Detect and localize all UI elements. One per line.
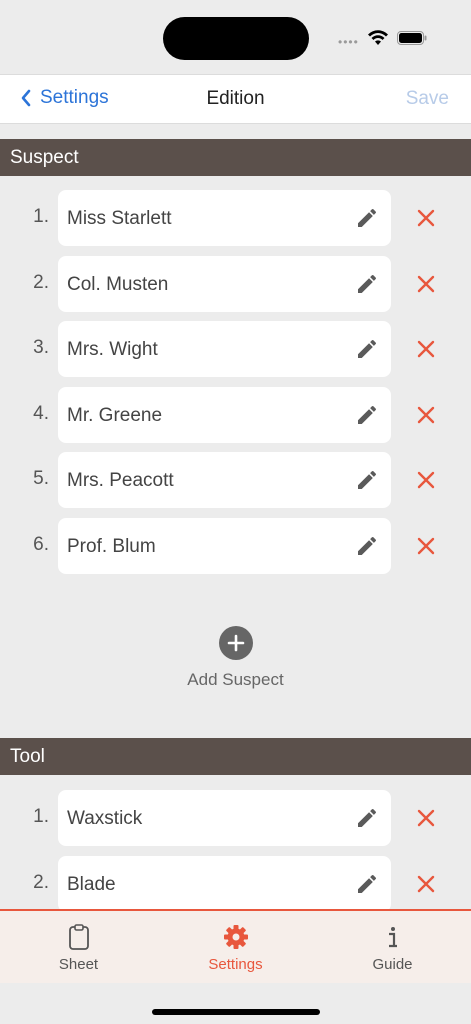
row-number: 1. <box>33 206 49 227</box>
wifi-icon <box>368 30 388 45</box>
pencil-icon[interactable] <box>355 534 379 558</box>
suspect-name: Col. Musten <box>67 273 169 295</box>
tab-sheet[interactable]: Sheet <box>0 911 157 983</box>
home-indicator-area <box>0 983 471 1024</box>
row-number: 2. <box>33 271 49 293</box>
row-number: 3. <box>33 337 49 359</box>
tool-name: Waxstick <box>67 808 143 829</box>
tool-name-field[interactable]: Waxstick <box>58 790 391 846</box>
row-number: 5. <box>33 468 49 490</box>
tab-bar: Sheet Settings Guide <box>0 909 471 983</box>
plus-icon <box>227 634 245 652</box>
suspect-name-field[interactable]: Mr. Greene <box>58 386 391 443</box>
suspect-name: Mrs. Peacott <box>67 470 174 492</box>
row-number: 2. <box>33 871 49 893</box>
suspect-name-field[interactable]: Prof. Blum <box>58 518 391 574</box>
add-suspect-button[interactable] <box>219 626 253 660</box>
delete-icon[interactable] <box>416 470 436 490</box>
chevron-left-icon <box>21 89 31 107</box>
navigation-bar: Settings Edition Save <box>0 74 471 124</box>
add-suspect-label: Add Suspect <box>187 670 284 689</box>
tool-name: Blade <box>67 873 116 895</box>
delete-icon[interactable] <box>416 536 436 556</box>
pencil-icon[interactable] <box>355 272 379 296</box>
row-number: 6. <box>33 534 49 555</box>
delete-icon[interactable] <box>416 208 436 228</box>
save-button[interactable]: Save <box>406 88 449 110</box>
add-suspect-area: Add Suspect <box>0 626 471 696</box>
suspect-name-field[interactable]: Col. Musten <box>58 255 391 312</box>
back-label: Settings <box>40 87 109 108</box>
pencil-icon[interactable] <box>355 337 379 361</box>
row-number: 1. <box>33 806 49 827</box>
section-header-tool: Tool <box>0 738 471 775</box>
tool-row: 1. Waxstick <box>0 790 471 846</box>
suspect-name-field[interactable]: Miss Starlett <box>58 190 391 246</box>
pencil-icon[interactable] <box>355 806 379 830</box>
delete-icon[interactable] <box>416 405 436 425</box>
suspect-row: 1. Miss Starlett <box>0 190 471 246</box>
suspect-name-field[interactable]: Mrs. Wight <box>58 321 391 378</box>
tab-sheet-label: Sheet <box>58 956 99 973</box>
dynamic-island <box>163 17 309 60</box>
suspect-row: 3. Mrs. Wight <box>0 321 471 378</box>
delete-icon[interactable] <box>416 274 436 294</box>
home-indicator <box>152 1009 320 1015</box>
suspect-row: 2. Col. Musten <box>0 255 471 312</box>
tool-name-field[interactable]: Blade <box>58 855 391 912</box>
suspect-name: Mrs. Wight <box>67 339 158 361</box>
suspect-row: 5. Mrs. Peacott <box>0 452 471 509</box>
clipboard-icon <box>69 924 89 950</box>
tab-guide[interactable]: Guide <box>314 911 471 983</box>
gear-icon <box>224 925 248 949</box>
info-icon <box>389 927 397 948</box>
back-button[interactable]: Settings <box>20 87 109 109</box>
tab-guide-label: Guide <box>372 956 413 973</box>
delete-icon[interactable] <box>416 874 436 894</box>
pencil-icon[interactable] <box>355 468 379 492</box>
delete-icon[interactable] <box>416 339 436 359</box>
pencil-icon[interactable] <box>355 403 379 427</box>
battery-icon <box>397 31 427 45</box>
tab-settings-label: Settings <box>208 956 263 973</box>
pencil-icon[interactable] <box>355 206 379 230</box>
suspect-name: Prof. Blum <box>67 536 156 557</box>
row-number: 4. <box>33 402 49 424</box>
pencil-icon[interactable] <box>355 872 379 896</box>
delete-icon[interactable] <box>416 808 436 828</box>
tab-settings[interactable]: Settings <box>157 911 314 983</box>
suspect-name-field[interactable]: Mrs. Peacott <box>58 452 391 509</box>
suspect-row: 4. Mr. Greene <box>0 386 471 443</box>
signal-icon: •••• <box>338 35 359 49</box>
suspect-name: Miss Starlett <box>67 208 172 229</box>
section-header-suspect: Suspect <box>0 139 471 176</box>
status-bar: •••• <box>0 0 471 74</box>
suspect-row: 6. Prof. Blum <box>0 518 471 574</box>
suspect-name: Mr. Greene <box>67 404 163 426</box>
tool-row: 2. Blade <box>0 855 471 912</box>
